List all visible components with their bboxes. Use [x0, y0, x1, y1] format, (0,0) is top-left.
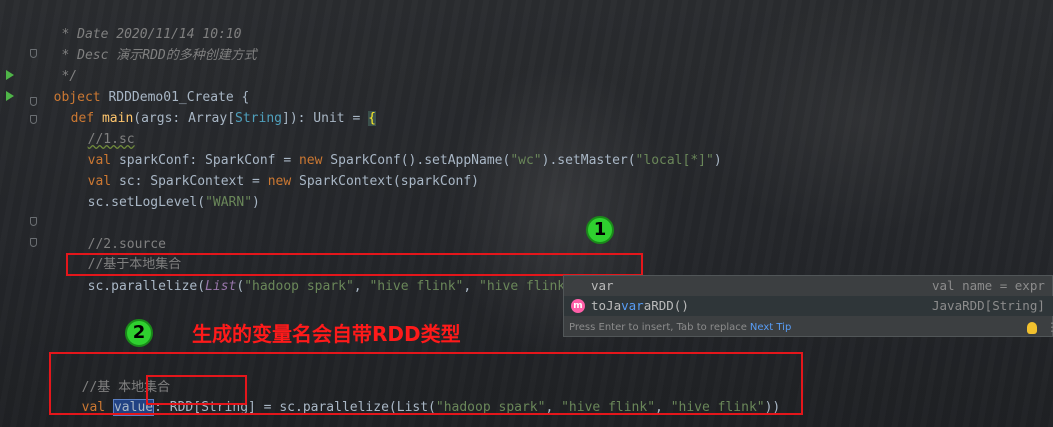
fold-icon[interactable] [30, 217, 37, 226]
matched-brace: { [368, 111, 376, 126]
method-m-icon: m [571, 299, 585, 313]
object-name: List [205, 279, 237, 294]
completion-popup[interactable]: var val name = expr m toJavaraRDD() Java… [563, 275, 1053, 337]
code-line-loglevel[interactable]: sc.setLogLevel("WARN") [72, 171, 260, 210]
next-tip-link[interactable]: Next Tip [750, 322, 791, 333]
completion-hint: JavaRDD[String] [932, 298, 1045, 313]
step-badge-1: 1 [586, 216, 614, 244]
footer-text: Press Enter to insert, Tab to replace [569, 322, 747, 333]
code-text: , [463, 279, 480, 294]
run-object-icon[interactable] [6, 70, 14, 80]
code-line-main[interactable]: def main(args: Array[String]): Unit = { [55, 87, 376, 126]
completion-match: var [621, 298, 644, 313]
code-line-desc[interactable]: * Desc 演示RDD的多种创建方式 [38, 24, 256, 63]
code-text: , [353, 279, 370, 294]
code-line-date[interactable]: * Date 2020/11/14 10:10 [38, 3, 241, 42]
code-text: sc.parallelize( [87, 279, 206, 294]
string-literal: "hive flink" [479, 279, 573, 294]
fold-icon[interactable] [30, 238, 37, 247]
comment-text: 演示RDD的多种创建方式 [116, 48, 257, 63]
completion-name: var [591, 278, 614, 293]
highlight-box-type [146, 375, 247, 405]
code-text: ]): Unit = [282, 111, 369, 126]
code-line-source-comment[interactable]: //2.source [72, 213, 166, 252]
code-line-object[interactable]: object RDDDemo01_Create { [38, 66, 250, 105]
code-line-sparkconf[interactable]: val sparkConf: SparkConf = new SparkConf… [72, 129, 722, 168]
code-text: SparkContext(sparkConf) [291, 174, 480, 189]
code-text: sc.setLogLevel( [87, 195, 206, 210]
completion-name-part: aRDD() [643, 298, 689, 313]
annotation-caption: 生成的变量名会自带RDD类型 [192, 322, 461, 346]
string-literal: "WARN" [205, 195, 253, 210]
code-text: (args: Array[ [133, 111, 236, 126]
completion-item-var[interactable]: var val name = expr [564, 276, 1053, 296]
code-text: ) [713, 153, 722, 168]
completion-footer: Press Enter to insert, Tab to replace Nex… [564, 318, 1053, 337]
code-text: ).setMaster( [541, 153, 636, 168]
string-literal: "hive flink" [369, 279, 464, 294]
step-badge-2: 2 [125, 319, 153, 347]
fold-icon[interactable] [30, 49, 37, 58]
run-main-icon[interactable] [6, 91, 14, 101]
string-literal: "wc" [510, 153, 542, 168]
highlight-box-1 [66, 253, 643, 276]
fold-icon[interactable] [30, 97, 37, 106]
completion-name: toJavaraRDD() [591, 296, 689, 316]
string-literal: "hadoop spark" [244, 279, 354, 294]
more-options-icon[interactable]: ⋮ [1046, 320, 1053, 334]
completion-name-part: toJa [591, 298, 622, 313]
completion-item-tojavardd[interactable]: m toJavaraRDD() JavaRDD[String] [564, 296, 1053, 316]
string-literal: "local[*]" [635, 153, 714, 168]
code-line-local-set-comment[interactable]: //基于本地集合 [72, 233, 182, 272]
code-line-sc-comment[interactable]: //1.sc [72, 108, 135, 147]
lightbulb-icon[interactable] [1027, 322, 1037, 334]
keyword: new [267, 174, 292, 189]
type-name: String [235, 111, 282, 126]
code-text: ) [252, 195, 260, 210]
code-line-comment-end[interactable]: */ [38, 45, 77, 84]
completion-hint: val name = expr [932, 278, 1045, 293]
code-line-sc[interactable]: val sc: SparkContext = new SparkContext(… [72, 150, 479, 189]
fold-icon[interactable] [30, 115, 37, 124]
editor-gutter [0, 0, 40, 427]
